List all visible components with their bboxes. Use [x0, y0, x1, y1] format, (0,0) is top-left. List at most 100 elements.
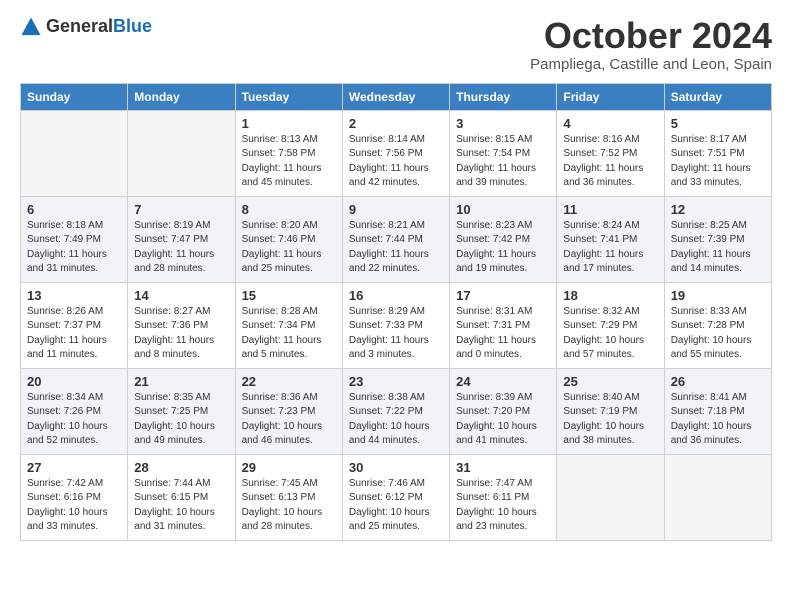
day-number: 1	[242, 116, 336, 131]
day-number: 28	[134, 460, 228, 475]
calendar-cell: 20 Sunrise: 8:34 AMSunset: 7:26 PMDayligh…	[21, 368, 128, 454]
calendar-week-row: 13 Sunrise: 8:26 AMSunset: 7:37 PMDayligh…	[21, 282, 772, 368]
calendar-cell: 30 Sunrise: 7:46 AMSunset: 6:12 PMDayligh…	[342, 454, 449, 540]
calendar-cell: 10 Sunrise: 8:23 AMSunset: 7:42 PMDayligh…	[450, 196, 557, 282]
calendar-cell: 16Sunrise: 8:29 AMSunset: 7:33 PMDayligh…	[342, 282, 449, 368]
calendar-cell: 4Sunrise: 8:16 AMSunset: 7:52 PMDaylight…	[557, 110, 664, 196]
logo: GeneralBlue	[20, 16, 152, 38]
day-number: 24	[456, 374, 550, 389]
day-number: 6	[27, 202, 121, 217]
calendar-cell: 9Sunrise: 8:21 AMSunset: 7:44 PMDaylight…	[342, 196, 449, 282]
day-info: Sunrise: 8:27 AMSunset: 7:36 PMDaylight:…	[134, 305, 228, 363]
day-number: 5	[671, 116, 765, 131]
logo-general: General	[46, 16, 113, 36]
calendar-cell: 11Sunrise: 8:24 AMSunset: 7:41 PMDayligh…	[557, 196, 664, 282]
day-info: Sunrise: 7:46 AMSunset: 6:12 PMDaylight:…	[349, 477, 443, 535]
day-number: 3	[456, 116, 550, 131]
day-number: 13	[27, 288, 121, 303]
title-block: October 2024 Pampliega, Castille and Leo…	[530, 16, 772, 73]
day-number: 2	[349, 116, 443, 131]
day-info: Sunrise: 8:38 AMSunset: 7:22 PMDaylight:…	[349, 391, 443, 449]
day-info: Sunrise: 8:23 AMSunset: 7:42 PMDaylight:…	[456, 219, 550, 277]
calendar-cell: 7 Sunrise: 8:19 AMSunset: 7:47 PMDaylight…	[128, 196, 235, 282]
calendar-cell: 29 Sunrise: 7:45 AMSunset: 6:13 PMDayligh…	[235, 454, 342, 540]
weekday-header-tuesday: Tuesday	[235, 83, 342, 110]
day-number: 27	[27, 460, 121, 475]
calendar-cell: 17 Sunrise: 8:31 AMSunset: 7:31 PMDayligh…	[450, 282, 557, 368]
logo-blue: Blue	[113, 16, 152, 36]
day-info: Sunrise: 8:26 AMSunset: 7:37 PMDaylight:…	[27, 305, 121, 363]
calendar-cell: 1Sunrise: 8:13 AMSunset: 7:58 PMDaylight…	[235, 110, 342, 196]
day-info: Sunrise: 8:28 AMSunset: 7:34 PMDaylight:…	[242, 305, 336, 363]
day-info: Sunrise: 8:15 AMSunset: 7:54 PMDaylight:…	[456, 133, 550, 191]
calendar-week-row: 1Sunrise: 8:13 AMSunset: 7:58 PMDaylight…	[21, 110, 772, 196]
day-number: 29	[242, 460, 336, 475]
day-info: Sunrise: 8:35 AMSunset: 7:25 PMDaylight:…	[134, 391, 228, 449]
calendar-cell: 5 Sunrise: 8:17 AMSunset: 7:51 PMDaylight…	[664, 110, 771, 196]
weekday-header-wednesday: Wednesday	[342, 83, 449, 110]
day-info: Sunrise: 7:45 AMSunset: 6:13 PMDaylight:…	[242, 477, 336, 535]
day-number: 10	[456, 202, 550, 217]
day-info: Sunrise: 8:41 AMSunset: 7:18 PMDaylight:…	[671, 391, 765, 449]
day-number: 30	[349, 460, 443, 475]
month-title: October 2024	[530, 16, 772, 56]
day-info: Sunrise: 8:40 AMSunset: 7:19 PMDaylight:…	[563, 391, 657, 449]
calendar-cell: 15 Sunrise: 8:28 AMSunset: 7:34 PMDayligh…	[235, 282, 342, 368]
calendar-cell: 18Sunrise: 8:32 AMSunset: 7:29 PMDayligh…	[557, 282, 664, 368]
day-info: Sunrise: 8:20 AMSunset: 7:46 PMDaylight:…	[242, 219, 336, 277]
calendar-cell: 12Sunrise: 8:25 AMSunset: 7:39 PMDayligh…	[664, 196, 771, 282]
day-number: 9	[349, 202, 443, 217]
day-number: 14	[134, 288, 228, 303]
day-number: 15	[242, 288, 336, 303]
day-number: 16	[349, 288, 443, 303]
calendar-cell	[557, 454, 664, 540]
calendar-cell: 3 Sunrise: 8:15 AMSunset: 7:54 PMDaylight…	[450, 110, 557, 196]
calendar-cell: 27Sunrise: 7:42 AMSunset: 6:16 PMDayligh…	[21, 454, 128, 540]
calendar-cell: 19 Sunrise: 8:33 AMSunset: 7:28 PMDayligh…	[664, 282, 771, 368]
calendar-table: SundayMondayTuesdayWednesdayThursdayFrid…	[20, 83, 772, 541]
day-info: Sunrise: 8:34 AMSunset: 7:26 PMDaylight:…	[27, 391, 121, 449]
day-number: 8	[242, 202, 336, 217]
day-info: Sunrise: 8:31 AMSunset: 7:31 PMDaylight:…	[456, 305, 550, 363]
day-info: Sunrise: 8:18 AMSunset: 7:49 PMDaylight:…	[27, 219, 121, 277]
weekday-header-row: SundayMondayTuesdayWednesdayThursdayFrid…	[21, 83, 772, 110]
day-number: 19	[671, 288, 765, 303]
calendar-cell: 21 Sunrise: 8:35 AMSunset: 7:25 PMDayligh…	[128, 368, 235, 454]
calendar-cell: 8 Sunrise: 8:20 AMSunset: 7:46 PMDaylight…	[235, 196, 342, 282]
day-number: 20	[27, 374, 121, 389]
calendar-cell: 2 Sunrise: 8:14 AMSunset: 7:56 PMDaylight…	[342, 110, 449, 196]
day-info: Sunrise: 8:33 AMSunset: 7:28 PMDaylight:…	[671, 305, 765, 363]
day-number: 4	[563, 116, 657, 131]
day-number: 17	[456, 288, 550, 303]
calendar-cell: 25Sunrise: 8:40 AMSunset: 7:19 PMDayligh…	[557, 368, 664, 454]
calendar-cell: 26Sunrise: 8:41 AMSunset: 7:18 PMDayligh…	[664, 368, 771, 454]
calendar-cell	[664, 454, 771, 540]
day-number: 23	[349, 374, 443, 389]
location-title: Pampliega, Castille and Leon, Spain	[530, 56, 772, 73]
day-info: Sunrise: 8:36 AMSunset: 7:23 PMDaylight:…	[242, 391, 336, 449]
day-info: Sunrise: 8:39 AMSunset: 7:20 PMDaylight:…	[456, 391, 550, 449]
calendar-week-row: 20 Sunrise: 8:34 AMSunset: 7:26 PMDayligh…	[21, 368, 772, 454]
calendar-cell	[128, 110, 235, 196]
day-info: Sunrise: 8:17 AMSunset: 7:51 PMDaylight:…	[671, 133, 765, 191]
day-number: 7	[134, 202, 228, 217]
weekday-header-saturday: Saturday	[664, 83, 771, 110]
day-info: Sunrise: 8:24 AMSunset: 7:41 PMDaylight:…	[563, 219, 657, 277]
calendar-cell: 31Sunrise: 7:47 AMSunset: 6:11 PMDayligh…	[450, 454, 557, 540]
day-number: 31	[456, 460, 550, 475]
day-number: 21	[134, 374, 228, 389]
weekday-header-friday: Friday	[557, 83, 664, 110]
weekday-header-sunday: Sunday	[21, 83, 128, 110]
calendar-cell: 14 Sunrise: 8:27 AMSunset: 7:36 PMDayligh…	[128, 282, 235, 368]
day-info: Sunrise: 8:19 AMSunset: 7:47 PMDaylight:…	[134, 219, 228, 277]
day-info: Sunrise: 8:14 AMSunset: 7:56 PMDaylight:…	[349, 133, 443, 191]
day-number: 18	[563, 288, 657, 303]
calendar-cell: 6 Sunrise: 8:18 AMSunset: 7:49 PMDaylight…	[21, 196, 128, 282]
logo-icon	[20, 16, 42, 38]
calendar-week-row: 6 Sunrise: 8:18 AMSunset: 7:49 PMDaylight…	[21, 196, 772, 282]
calendar-cell: 22Sunrise: 8:36 AMSunset: 7:23 PMDayligh…	[235, 368, 342, 454]
header: GeneralBlue October 2024 Pampliega, Cast…	[20, 16, 772, 73]
weekday-header-thursday: Thursday	[450, 83, 557, 110]
calendar-cell: 24 Sunrise: 8:39 AMSunset: 7:20 PMDayligh…	[450, 368, 557, 454]
day-number: 12	[671, 202, 765, 217]
